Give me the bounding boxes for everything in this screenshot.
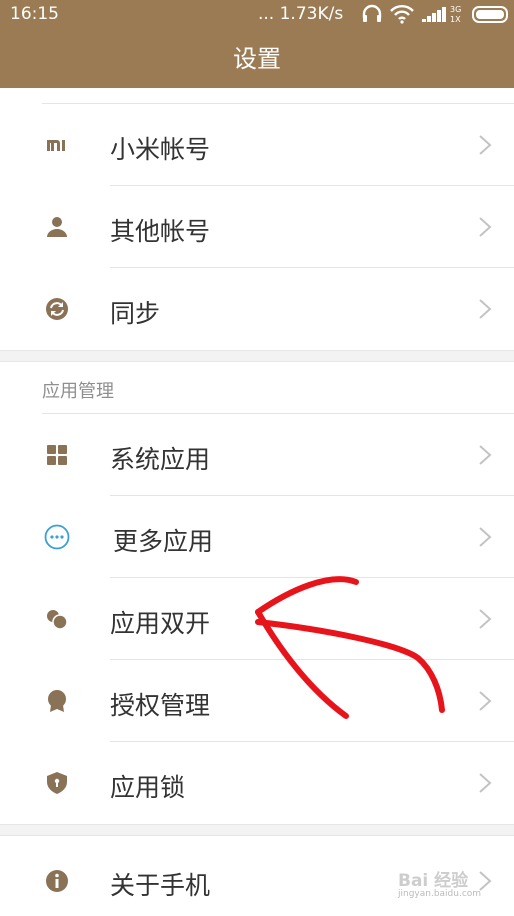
settings-item-dual-apps[interactable]: 应用双开 [0,578,514,660]
chevron-right-icon [479,299,492,319]
settings-item-system-apps[interactable]: 系统应用 [0,414,514,496]
settings-item-sync[interactable]: 同步 [0,268,514,350]
more-dots-icon [44,524,70,550]
chevron-right-icon [479,691,492,711]
grid-icon [47,445,67,465]
page-title: 设置 [233,45,281,73]
settings-item-label: 应用锁 [110,773,186,802]
headphone-icon [362,4,382,22]
section-header-app-management: 应用管理 [0,362,514,414]
status-time: 16:15 [10,4,59,24]
battery-icon [472,6,508,23]
title-bar: 设置 [0,28,514,88]
settings-item-label: 应用双开 [110,609,211,638]
settings-item-label: 关于手机 [110,871,211,900]
watermark: Bai 经验 jingyan.baidu.com [398,866,481,899]
dual-app-icon [47,610,68,630]
settings-item-label: 小米帐号 [110,135,211,164]
person-icon [47,217,67,237]
wifi-icon [390,5,414,24]
status-icons: 3G 1X [362,4,508,24]
badge-icon [48,690,66,712]
settings-item-label: 同步 [110,299,161,328]
chevron-right-icon [479,217,492,237]
status-bar: 16:15 ... 1.73K/s 3G 1X [0,0,514,28]
chevron-right-icon [479,445,492,465]
partial-section-header [0,88,514,104]
section-gap [0,824,514,836]
settings-item-label: 其他帐号 [110,217,211,246]
settings-item-other-accounts[interactable]: 其他帐号 [0,186,514,268]
info-icon [46,870,68,892]
settings-item-mi-account[interactable]: 小米帐号 [0,104,514,186]
signal-icon [422,7,446,22]
settings-item-more-apps[interactable]: 更多应用 [0,496,514,578]
chevron-right-icon [479,773,492,793]
settings-item-app-lock[interactable]: 应用锁 [0,742,514,824]
watermark-text: Bai 经验 [398,871,469,891]
settings-item-label: 系统应用 [110,445,211,474]
mi-logo-icon [47,140,65,151]
settings-list[interactable]: 小米帐号 其他帐号 同步 应用管理 系统应用 更多应用 应用双开 授权管理 应用… [0,88,514,916]
settings-item-label: 授权管理 [110,691,211,720]
shield-lock-icon [47,772,67,794]
chevron-right-icon [479,527,492,547]
section-header-text: 应用管理 [42,381,114,402]
sync-icon [46,298,68,320]
settings-item-permissions[interactable]: 授权管理 [0,660,514,742]
signal-label: 3G [450,5,461,14]
network-speed: ... 1.73K/s [258,4,344,24]
chevron-right-icon [479,609,492,629]
section-gap [0,350,514,362]
watermark-subtext: jingyan.baidu.com [398,889,482,899]
chevron-right-icon [479,135,492,155]
settings-item-label: 更多应用 [113,527,214,556]
signal-sublabel: 1X [450,15,461,24]
